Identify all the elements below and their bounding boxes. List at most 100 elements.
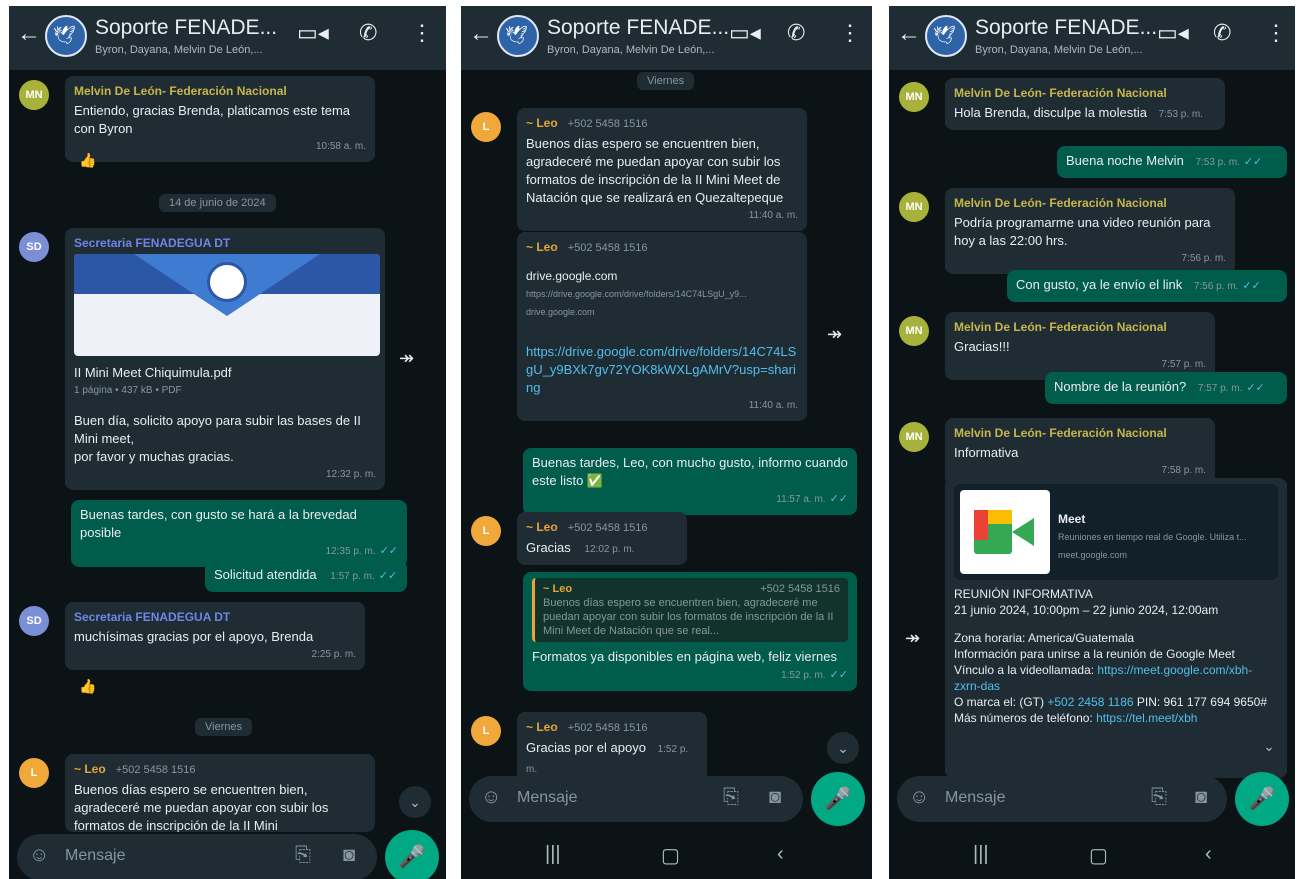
phone-call-icon[interactable]: ✆ (1213, 20, 1231, 46)
avatar[interactable]: MN (899, 82, 929, 112)
thumbs-up-reaction[interactable]: 👍 (79, 152, 96, 169)
video-call-icon[interactable]: ▭◂ (729, 20, 761, 46)
more-numbers-label: Más números de teléfono: (954, 711, 1097, 725)
message-bubble[interactable]: ~ Leo +502 5458 1516 Gracias por el apoyo… (517, 712, 707, 785)
drive-link[interactable]: https://drive.google.com/drive/folders/1… (526, 343, 798, 397)
avatar[interactable]: SD (19, 606, 49, 636)
nav-back-icon[interactable]: ‹ (777, 843, 784, 866)
chat-title[interactable]: Soporte FENADE... (95, 16, 277, 40)
camera-icon[interactable]: ◙ (1195, 786, 1207, 809)
video-call-icon[interactable]: ▭◂ (297, 20, 329, 46)
scroll-down-icon[interactable]: ⌄ (827, 732, 859, 764)
emoji-icon[interactable]: ☺ (29, 844, 49, 867)
back-arrow-icon[interactable]: ← (469, 22, 493, 46)
attach-icon[interactable]: ⎘ (1151, 786, 1167, 809)
message-bubble[interactable]: ~ Leo +502 5458 1516 Buenos días espero s… (65, 754, 375, 832)
more-options-icon[interactable]: ⋮ (839, 20, 861, 46)
message-bubble[interactable]: ~ Leo +502 5458 1516 Buenos días espero s… (517, 108, 807, 231)
recents-icon[interactable]: ||| (545, 843, 561, 866)
message-list[interactable]: Viernes L ~ Leo +502 5458 1516 Buenos día… (461, 70, 872, 879)
meet-link-preview[interactable]: Meet Reuniones en tiempo real de Google.… (954, 484, 1278, 580)
avatar[interactable]: MN (899, 422, 929, 452)
camera-icon[interactable]: ◙ (343, 844, 355, 867)
more-options-icon[interactable]: ⋮ (411, 20, 433, 46)
message-bubble[interactable]: Melvin De León- Federación Nacional Hola… (945, 78, 1225, 130)
mic-button[interactable]: 🎤 (811, 772, 865, 826)
message-input-bar[interactable]: ☺ Mensaje ⎘ ◙ (17, 834, 377, 879)
dial-in-number[interactable]: +502 2458 1186 (1047, 695, 1133, 709)
message-bubble[interactable]: Secretaria FENADEGUA DT muchísimas graci… (65, 602, 365, 670)
emoji-icon[interactable]: ☺ (909, 786, 929, 809)
message-bubble[interactable]: Melvin De León- Federación Nacional Enti… (65, 76, 375, 162)
phone-call-icon[interactable]: ✆ (787, 20, 805, 46)
avatar[interactable]: L (19, 758, 49, 788)
group-avatar[interactable]: 🕊 (45, 15, 87, 57)
message-bubble[interactable]: Buena noche Melvin 7:53 p. m. ✓✓ (1057, 146, 1287, 178)
pdf-preview[interactable] (74, 254, 380, 356)
message-bubble[interactable]: Meet Reuniones en tiempo real de Google.… (945, 478, 1287, 778)
chat-title[interactable]: Soporte FENADE... (547, 16, 729, 40)
forward-icon[interactable]: ↠ (905, 628, 920, 649)
home-icon[interactable]: ▢ (1089, 843, 1108, 868)
chat-members[interactable]: Byron, Dayana, Melvin De León,... (975, 44, 1143, 56)
message-bubble[interactable]: Con gusto, ya le envío el link 7:56 p. m… (1007, 270, 1287, 302)
forward-icon[interactable]: ↠ (827, 324, 842, 345)
thumbs-up-reaction[interactable]: 👍 (79, 678, 96, 695)
quoted-message[interactable]: ~ Leo +502 5458 1516 Buenos días espero s… (532, 578, 848, 642)
message-bubble[interactable]: ~ Leo +502 5458 1516 drive.google.com htt… (517, 232, 807, 421)
group-avatar[interactable]: 🕊 (925, 15, 967, 57)
emoji-icon[interactable]: ☺ (481, 786, 501, 809)
message-bubble[interactable]: ~ Leo +502 5458 1516 Buenos días espero s… (523, 572, 857, 691)
phone-screen-3: ← 🕊 Soporte FENADE... Byron, Dayana, Mel… (889, 6, 1295, 879)
avatar[interactable]: L (471, 516, 501, 546)
scroll-down-icon[interactable]: ⌄ (399, 786, 431, 818)
message-input[interactable]: Mensaje (65, 847, 125, 865)
mic-button[interactable]: 🎤 (1235, 772, 1289, 826)
message-bubble[interactable]: Nombre de la reunión? 7:57 p. m. ✓✓ (1045, 372, 1287, 404)
message-input-bar[interactable]: ☺ Mensaje ⎘ ◙ (469, 776, 803, 822)
nav-back-icon[interactable]: ‹ (1205, 843, 1212, 866)
forward-icon[interactable]: ↠ (399, 348, 414, 369)
message-input[interactable]: Mensaje (945, 789, 1005, 807)
more-options-icon[interactable]: ⋮ (1265, 20, 1287, 46)
message-list[interactable]: MN Melvin De León- Federación Nacional E… (9, 70, 446, 879)
message-time: 10:58 a. m. (315, 141, 366, 152)
attach-icon[interactable]: ⎘ (295, 844, 311, 867)
chat-members[interactable]: Byron, Dayana, Melvin De León,... (95, 44, 263, 56)
recents-icon[interactable]: ||| (973, 843, 989, 866)
link-preview[interactable]: drive.google.com https://drive.google.co… (526, 259, 798, 329)
group-avatar[interactable]: 🕊 (497, 15, 539, 57)
more-numbers-link[interactable]: https://tel.meet/xbh (1096, 711, 1197, 725)
message-text: muchísimas gracias por el apoyo, Brenda (74, 629, 314, 644)
scroll-down-icon[interactable]: ⌄ (1253, 730, 1285, 762)
chat-members[interactable]: Byron, Dayana, Melvin De León,... (547, 44, 715, 56)
mic-button[interactable]: 🎤 (385, 830, 439, 879)
avatar[interactable]: MN (899, 192, 929, 222)
back-arrow-icon[interactable]: ← (17, 22, 41, 46)
back-arrow-icon[interactable]: ← (897, 22, 921, 46)
message-list[interactable]: MN Melvin De León- Federación Nacional H… (889, 70, 1295, 879)
home-icon[interactable]: ▢ (661, 843, 680, 868)
avatar[interactable]: L (471, 716, 501, 746)
message-bubble[interactable]: Secretaria FENADEGUA DT II Mini Meet Chi… (65, 228, 385, 490)
phone-call-icon[interactable]: ✆ (359, 20, 377, 46)
message-bubble[interactable]: Solicitud atendida 1:57 p. m. ✓✓ (205, 560, 407, 592)
message-bubble[interactable]: Melvin De León- Federación Nacional Info… (945, 418, 1215, 486)
message-bubble[interactable]: Melvin De León- Federación Nacional Grac… (945, 312, 1215, 380)
message-bubble[interactable]: Buenas tardes, con gusto se hará a la br… (71, 500, 407, 567)
message-input-bar[interactable]: ☺ Mensaje ⎘ ◙ (897, 776, 1227, 822)
avatar[interactable]: MN (899, 316, 929, 346)
camera-icon[interactable]: ◙ (769, 786, 781, 809)
video-call-icon[interactable]: ▭◂ (1157, 20, 1189, 46)
chat-title[interactable]: Soporte FENADE... (975, 16, 1157, 40)
message-text: Buenas tardes, con gusto se hará a la br… (80, 507, 357, 540)
message-bubble[interactable]: ~ Leo +502 5458 1516 Gracias 12:02 p. m. (517, 512, 687, 565)
attach-icon[interactable]: ⎘ (723, 786, 739, 809)
avatar[interactable]: L (471, 112, 501, 142)
message-input[interactable]: Mensaje (517, 789, 577, 807)
message-bubble[interactable]: Melvin De León- Federación Nacional Podr… (945, 188, 1235, 274)
avatar[interactable]: SD (19, 232, 49, 262)
file-name[interactable]: II Mini Meet Chiquimula.pdf (74, 364, 376, 382)
avatar[interactable]: MN (19, 80, 49, 110)
message-bubble[interactable]: Buenas tardes, Leo, con mucho gusto, inf… (523, 448, 857, 515)
